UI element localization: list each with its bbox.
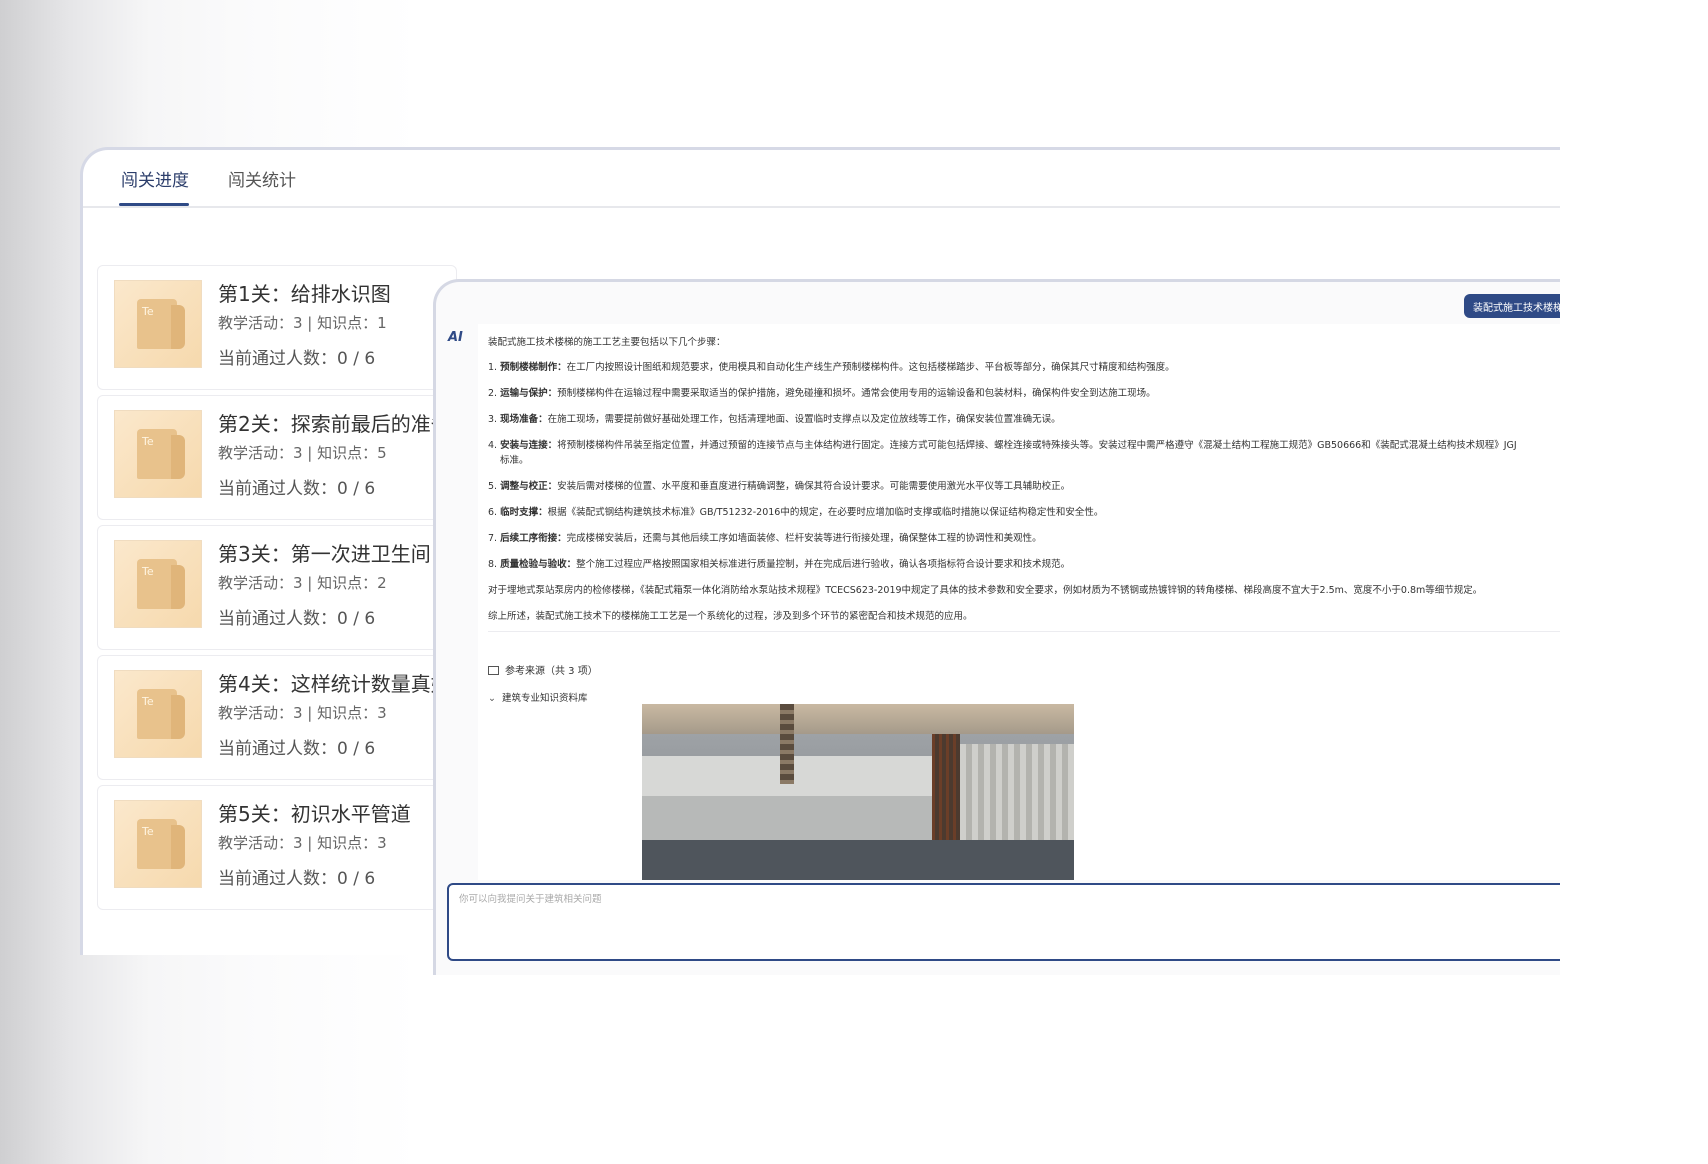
references-toggle[interactable]: 参考来源（共 3 项） (488, 662, 598, 677)
answer-step: 5. 调整与校正：安装后需对楼梯的位置、水平度和垂直度进行精确调整，确保其符合设… (488, 481, 1071, 492)
tab-active-indicator (119, 203, 189, 206)
level-pass-count: 当前通过人数：0 / 6 (218, 869, 376, 889)
chat-input-box[interactable] (447, 883, 1560, 961)
tab-bar: 闯关进度 闯关统计 (83, 150, 1560, 208)
tab-statistics[interactable]: 闯关统计 (228, 166, 296, 191)
divider (488, 631, 1560, 632)
level-title: 第1关：给排水识图 (218, 282, 391, 306)
answer-step: 1. 预制楼梯制作：在工厂内按照设计图纸和规范要求，使用模具和自动化生产线生产预… (488, 362, 1175, 373)
document-icon: Te (137, 819, 185, 869)
knowledge-base-toggle[interactable]: ⌄ 建筑专业知识资料库 (488, 690, 587, 704)
answer-summary: 综上所述，装配式施工技术下的楼梯施工工艺是一个系统化的过程，涉及到多个环节的紧密… (488, 611, 973, 622)
level-title: 第5关：初识水平管道 (218, 802, 411, 826)
answer-step: 4. 安装与连接：将预制楼梯构件吊装至指定位置，并通过预留的连接节点与主体结构进… (488, 440, 1517, 451)
document-icon: Te (137, 429, 185, 479)
level-meta: 教学活动：3 | 知识点：3 (218, 704, 387, 722)
level-pass-count: 当前通过人数：0 / 6 (218, 609, 376, 629)
ai-chat-panel: 装配式施工技术楼梯的施工工艺 AI 装配式施工技术楼梯的施工工艺主要包括以下几个… (433, 279, 1560, 975)
level-meta: 教学活动：3 | 知识点：3 (218, 834, 387, 852)
level-thumbnail: Te (114, 800, 202, 888)
answer-step: 8. 质量检验与验收：整个施工过程应严格按照国家相关标准进行质量控制，并在完成后… (488, 559, 1071, 570)
ai-answer: 装配式施工技术楼梯的施工工艺主要包括以下几个步骤： 1. 预制楼梯制作：在工厂内… (478, 324, 1560, 880)
level-card[interactable]: Te 第1关：给排水识图 教学活动：3 | 知识点：1 当前通过人数：0 / 6 (97, 265, 457, 390)
reference-image[interactable] (642, 704, 1074, 880)
level-card[interactable]: Te 第5关：初识水平管道 教学活动：3 | 知识点：3 当前通过人数：0 / … (97, 785, 457, 910)
level-thumbnail: Te (114, 670, 202, 758)
level-meta: 教学活动：3 | 知识点：5 (218, 444, 387, 462)
level-pass-count: 当前通过人数：0 / 6 (218, 479, 376, 499)
document-icon: Te (137, 559, 185, 609)
ai-badge-icon: AI (448, 330, 463, 345)
level-title: 第4关：这样统计数量真好 (218, 672, 451, 696)
book-icon (488, 666, 499, 675)
level-card[interactable]: Te 第2关：探索前最后的准备 教学活动：3 | 知识点：5 当前通过人数：0 … (97, 395, 457, 520)
level-meta: 教学活动：3 | 知识点：1 (218, 314, 387, 332)
level-card[interactable]: Te 第4关：这样统计数量真好 教学活动：3 | 知识点：3 当前通过人数：0 … (97, 655, 457, 780)
level-thumbnail: Te (114, 410, 202, 498)
level-pass-count: 当前通过人数：0 / 6 (218, 739, 376, 759)
level-title: 第2关：探索前最后的准备 (218, 412, 451, 436)
answer-step: 3. 现场准备：在施工现场，需要提前做好基础处理工作，包括清理地面、设置临时支撑… (488, 414, 1061, 425)
level-thumbnail: Te (114, 540, 202, 628)
answer-step: 2. 运输与保护：预制楼梯构件在运输过程中需要采取适当的保护措施，避免碰撞和损坏… (488, 388, 1156, 399)
level-thumbnail: Te (114, 280, 202, 368)
level-meta: 教学活动：3 | 知识点：2 (218, 574, 387, 592)
answer-note: 对于埋地式泵站泵房内的检修楼梯，《装配式箱泵一体化消防给水泵站技术规程》TCEC… (488, 585, 1483, 596)
document-icon: Te (137, 299, 185, 349)
chevron-down-icon: ⌄ (488, 693, 496, 704)
user-query-bubble: 装配式施工技术楼梯的施工工艺 (1464, 294, 1560, 318)
answer-intro: 装配式施工技术楼梯的施工工艺主要包括以下几个步骤： (488, 337, 726, 348)
chat-input[interactable] (449, 885, 1560, 959)
answer-step-continuation: 标准。 (500, 455, 529, 466)
document-icon: Te (137, 689, 185, 739)
answer-step: 7. 后续工序衔接：完成楼梯安装后，还需与其他后续工序如墙面装修、栏杆安装等进行… (488, 533, 1042, 544)
tab-progress[interactable]: 闯关进度 (121, 166, 189, 191)
level-title: 第3关：第一次进卫生间 (218, 542, 431, 566)
level-pass-count: 当前通过人数：0 / 6 (218, 349, 376, 369)
level-card[interactable]: Te 第3关：第一次进卫生间 教学活动：3 | 知识点：2 当前通过人数：0 /… (97, 525, 457, 650)
answer-step: 6. 临时支撑：根据《装配式钢结构建筑技术标准》GB/T51232-2016中的… (488, 507, 1104, 518)
